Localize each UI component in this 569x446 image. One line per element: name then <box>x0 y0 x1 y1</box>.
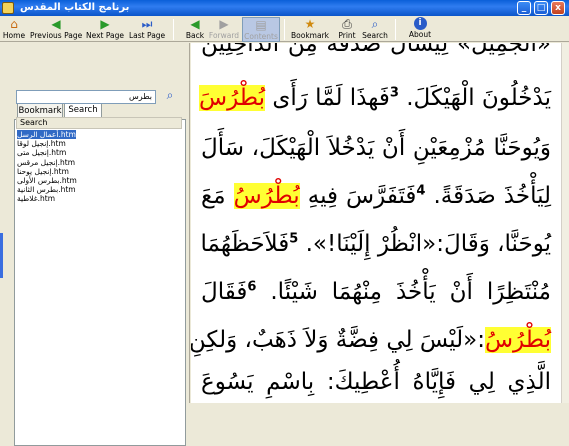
contents-icon: ▤ <box>255 18 267 32</box>
verse-number: 3 <box>389 85 399 101</box>
back-icon: ◀ <box>190 17 200 31</box>
verse-number: 4 <box>416 183 426 199</box>
window-title: برنامج الكتاب المقدس <box>20 2 130 13</box>
contents-button[interactable]: ▤ Contents <box>242 17 280 42</box>
search-button[interactable]: ⌕ Search <box>361 17 389 42</box>
home-button[interactable]: ⌂ Home <box>2 17 26 42</box>
last-page-icon: ⏭ <box>141 17 153 31</box>
text-line: مُنْتَظِرًا أَنْ يَأْخُذَ مِنْهُمَا شَيْ… <box>201 279 551 305</box>
text-line: لِيَأْخُذَ صَدَقَةً. 4فَتَفَرَّسَ فِيهِ … <box>201 183 552 209</box>
previous-page-icon: ◀ <box>51 17 61 31</box>
toolbar-separator <box>173 19 174 40</box>
text-line: «الْجَمِيلُ» لِيَسْأَلَ صَدَقَةً مِنَ ال… <box>201 43 551 57</box>
list-item[interactable]: أعمال الرسل.htm <box>16 130 182 139</box>
last-page-button[interactable]: ⏭ Last Page <box>129 17 165 42</box>
minimize-button[interactable]: _ <box>517 1 531 15</box>
toolbar-separator <box>395 19 396 40</box>
search-go-icon[interactable]: ⌕ <box>162 87 178 103</box>
list-item[interactable]: بطرس الثانية.htm <box>16 185 182 194</box>
verse-number: 6 <box>247 279 257 295</box>
text-line: يَدْخُلُونَ الْهَيْكَلَ. 3فَهذَا لَمَّا … <box>199 85 551 111</box>
next-page-button[interactable]: ▶ Next Page <box>86 17 124 42</box>
print-button[interactable]: ⎙ Print <box>337 17 357 42</box>
bookmark-button[interactable]: ★ Bookmark <box>288 17 332 42</box>
forward-button[interactable]: ▶ Forward <box>208 17 240 42</box>
previous-page-button[interactable]: ◀ Previous Page <box>30 17 82 42</box>
back-button[interactable]: ◀ Back <box>184 17 206 42</box>
next-page-icon: ▶ <box>100 17 110 31</box>
maximize-button[interactable]: □ <box>534 1 548 15</box>
forward-icon: ▶ <box>219 17 229 31</box>
search-results-header: Search <box>16 117 182 129</box>
vertical-scrollbar[interactable] <box>561 43 569 403</box>
about-button[interactable]: i About <box>406 17 434 42</box>
text-line: يُوحَنَّا، وَقَالَ:«انْظُرْ إِلَيْنَا!».… <box>200 231 551 257</box>
list-item[interactable]: غلاطية.htm <box>16 194 182 203</box>
search-highlight: بُطْرُسُ <box>233 183 300 209</box>
home-icon: ⌂ <box>10 17 18 31</box>
close-button[interactable]: x <box>551 1 565 15</box>
toolbar: ⌂ Home ◀ Previous Page ▶ Next Page ⏭ Las… <box>0 16 569 42</box>
search-input[interactable]: بطرس <box>16 90 156 104</box>
text-line: الَّذِي لِي فَإِيَّاهُ أُعْطِيكَ: بِاسْم… <box>201 369 551 395</box>
pane-splitter[interactable] <box>0 233 3 278</box>
content-pane: «الْجَمِيلُ» لِيَسْأَلَ صَدَقَةً مِنَ ال… <box>191 43 569 403</box>
toolbar-separator <box>284 19 285 40</box>
bookmark-icon: ★ <box>304 17 316 31</box>
search-highlight: بُطْرُسَ <box>199 85 266 111</box>
search-highlight: بُطْرُسُ <box>484 327 551 353</box>
list-item[interactable]: بطرس الأولى.htm <box>16 176 182 185</box>
search-icon: ⌕ <box>371 17 379 31</box>
verse-number: 5 <box>289 231 299 247</box>
list-item[interactable]: إنجيل مرقس.htm <box>16 158 182 167</box>
print-icon: ⎙ <box>342 17 352 31</box>
info-icon: i <box>413 17 427 30</box>
text-line: وَيُوحَنَّا مُزْمِعَيْنِ أَنْ يَدْخُلاَ … <box>201 135 551 161</box>
title-bar: برنامج الكتاب المقدس _ □ x <box>0 0 569 16</box>
list-item[interactable]: إنجيل يوحنا.htm <box>16 167 182 176</box>
list-item[interactable]: إنجيل لوقا.htm <box>16 139 182 148</box>
text-line: بُطْرُسُ:«لَيْسَ لِي فِضَّةٌ وَلاَ ذَهَب… <box>191 327 551 353</box>
search-results-list: أعمال الرسل.htm إنجيل لوقا.htm إنجيل متى… <box>16 130 182 204</box>
list-item[interactable]: إنجيل متى.htm <box>16 148 182 157</box>
app-icon <box>2 2 14 14</box>
